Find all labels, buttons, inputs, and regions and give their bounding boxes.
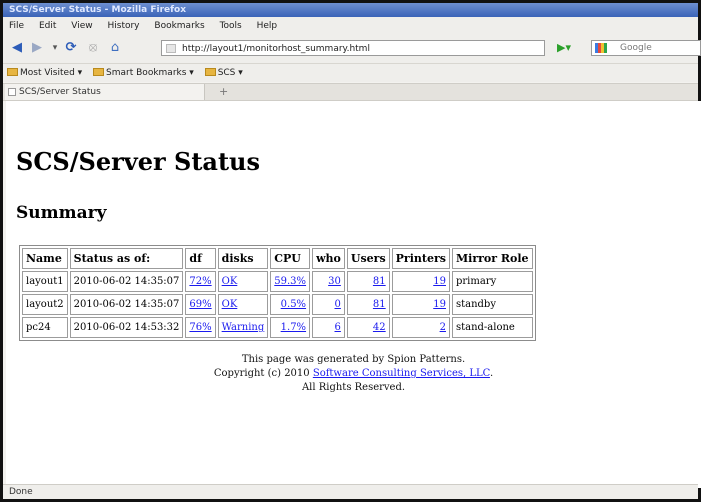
bookmark-smart-bookmarks[interactable]: Smart Bookmarks ▾ [93,68,194,78]
window-controls[interactable] [678,5,694,14]
folder-icon [93,68,105,76]
table-row: pc24 2010-06-02 14:53:32 76% Warning 1.7… [22,317,533,338]
back-icon[interactable]: ◀ [9,40,25,56]
navigation-toolbar: ◀ ▶ ▾ ⟳ ⦻ ⌂ http://layout1/monitorhost_s… [3,35,701,64]
menu-view[interactable]: View [71,21,92,31]
link-df[interactable]: 72% [189,276,211,287]
footer-copyright: Copyright (c) 2010 Software Consulting S… [213,368,494,379]
tab-bar: SCS/Server Status + [3,83,698,101]
home-icon[interactable]: ⌂ [107,40,123,56]
forward-icon[interactable]: ▶ [29,40,45,56]
page-icon [166,44,176,53]
table-header-row: Name Status as of: df disks CPU who User… [22,248,533,269]
tab-page-icon [8,88,16,96]
cell-role: stand-alone [451,317,533,338]
cell-status: 2010-06-02 14:53:32 [69,317,184,338]
status-text: Done [9,487,33,497]
menu-bar: File Edit View History Bookmarks Tools H… [3,17,698,35]
link-who[interactable]: 6 [335,322,341,333]
link-df[interactable]: 76% [189,322,211,333]
menu-edit[interactable]: Edit [39,21,56,31]
folder-icon [204,68,216,76]
link-df[interactable]: 69% [189,299,211,310]
link-users[interactable]: 81 [373,276,386,287]
table-row: layout2 2010-06-02 14:35:07 69% OK 0.5% … [22,294,533,315]
reload-icon[interactable]: ⟳ [63,40,79,56]
link-cpu[interactable]: 59.3% [274,276,306,287]
link-printers[interactable]: 19 [433,299,446,310]
status-bar: Done [3,484,698,499]
page-subtitle: Summary [16,203,107,223]
search-engine-icon[interactable] [595,43,607,53]
bookmark-most-visited[interactable]: Most Visited ▾ [7,68,82,78]
browser-window: SCS/Server Status - Mozilla Firefox File… [0,0,701,502]
link-users[interactable]: 42 [373,322,386,333]
link-disks[interactable]: OK [222,299,238,310]
menu-file[interactable]: File [9,21,24,31]
col-cpu: CPU [270,248,311,269]
cell-status: 2010-06-02 14:35:07 [69,294,184,315]
tab-label: SCS/Server Status [19,87,101,97]
company-link[interactable]: Software Consulting Services, LLC [313,368,490,379]
page-title: SCS/Server Status [16,147,261,176]
cell-name: layout2 [22,294,68,315]
page-content: SCS/Server Status Summary Name Status as… [6,101,701,488]
title-bar: SCS/Server Status - Mozilla Firefox [3,3,698,17]
link-disks[interactable]: Warning [222,322,265,333]
table-row: layout1 2010-06-02 14:35:07 72% OK 59.3%… [22,271,533,292]
col-status: Status as of: [69,248,184,269]
dropdown-icon[interactable]: ▾ [47,40,63,56]
link-who[interactable]: 0 [335,299,341,310]
menu-history[interactable]: History [107,21,139,31]
cell-name: layout1 [22,271,68,292]
search-input[interactable]: Google [591,40,701,56]
folder-icon [7,68,18,76]
stop-icon[interactable]: ⦻ [85,40,101,56]
link-cpu[interactable]: 0.5% [281,299,306,310]
url-text: http://layout1/monitorhost_summary.html [182,44,370,54]
new-tab-button[interactable]: + [219,84,228,100]
link-who[interactable]: 30 [328,276,341,287]
col-disks: disks [217,248,269,269]
col-name: Name [22,248,68,269]
bookmark-scs[interactable]: SCS ▾ [204,68,243,78]
col-users: Users [346,248,390,269]
link-users[interactable]: 81 [373,299,386,310]
cell-status: 2010-06-02 14:35:07 [69,271,184,292]
link-cpu[interactable]: 1.7% [281,322,306,333]
go-icon[interactable]: ▶▾ [557,40,571,56]
footer-rights: All Rights Reserved. [301,382,406,393]
menu-tools[interactable]: Tools [220,21,242,31]
footer-generated: This page was generated by Spion Pattern… [241,354,466,365]
search-placeholder: Google [620,43,652,53]
link-disks[interactable]: OK [222,276,238,287]
col-who: who [312,248,345,269]
col-mirror-role: Mirror Role [451,248,533,269]
link-printers[interactable]: 19 [433,276,446,287]
link-printers[interactable]: 2 [440,322,446,333]
cell-role: primary [451,271,533,292]
window-title: SCS/Server Status - Mozilla Firefox [9,5,187,15]
cell-role: standby [451,294,533,315]
cell-name: pc24 [22,317,68,338]
summary-table: Name Status as of: df disks CPU who User… [19,245,536,341]
menu-help[interactable]: Help [257,21,278,31]
col-printers: Printers [391,248,450,269]
col-df: df [185,248,216,269]
page-footer: This page was generated by Spion Pattern… [6,353,701,395]
bookmarks-toolbar: Most Visited ▾ Smart Bookmarks ▾ SCS ▾ [3,64,698,82]
url-bar[interactable]: http://layout1/monitorhost_summary.html [161,40,545,56]
tab-scs-server-status[interactable]: SCS/Server Status [5,84,205,100]
menu-bookmarks[interactable]: Bookmarks [154,21,204,31]
